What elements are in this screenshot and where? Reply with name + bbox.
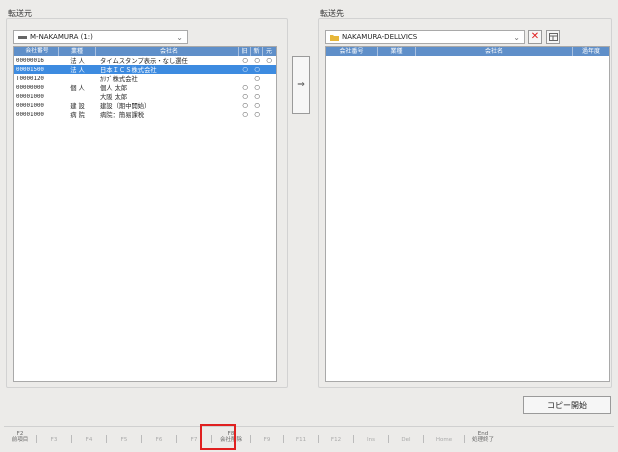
table-icon <box>548 33 558 41</box>
fkey-key: F9 <box>263 437 271 443</box>
company-code-cell: 00001000 <box>16 93 44 100</box>
col-company-name[interactable]: 会社名 <box>96 47 239 56</box>
table-row[interactable]: 00001000 建 設 建設（期中開始） ○ ○ <box>14 101 276 110</box>
industry-cell: 建 設 <box>70 103 85 110</box>
col-company-code[interactable]: 会社番号 <box>14 47 59 56</box>
source-db-combo[interactable]: M-NAKAMURA (1:) ⌄ <box>13 30 188 44</box>
col-company-name[interactable]: 会社名 <box>416 47 573 56</box>
fkey-f6[interactable]: F6 <box>142 437 176 443</box>
col-company-code[interactable]: 会社番号 <box>326 47 378 56</box>
company-name-cell: タイムスタンプ表示・なし選任 <box>100 58 188 65</box>
delete-target-button[interactable]: ✕ <box>528 30 542 44</box>
source-grid-header: 会社番号 業種 会社名 旧 新 元 <box>14 47 276 56</box>
table-row[interactable]: 00000016 法 人 タイムスタンプ表示・なし選任 ○ ○ ○ <box>14 56 276 65</box>
flag-new-cell: ○ <box>254 84 260 91</box>
company-code-cell: T0000120 <box>16 75 44 82</box>
col-prior-years[interactable]: 過年度 <box>573 47 609 56</box>
flag-old-cell: ○ <box>242 84 248 91</box>
company-name-cell: 建設（期中開始） <box>100 103 151 110</box>
industry-cell: 法 人 <box>70 67 85 74</box>
fkey-del[interactable]: Del <box>389 437 423 443</box>
company-name-cell: ｶﾘﾌﾞ株式会社 <box>100 76 138 83</box>
fkey-key: Home <box>435 437 453 443</box>
fkey-key: F3 <box>50 437 58 443</box>
col-flag-new[interactable]: 新 <box>251 47 263 56</box>
fkey-key: Ins <box>367 437 375 443</box>
fkey-f4[interactable]: F4 <box>72 437 106 443</box>
company-code-cell: 00001000 <box>16 102 44 109</box>
company-code-cell: 00000000 <box>16 84 44 91</box>
col-flag-orig[interactable]: 元 <box>263 47 275 56</box>
flag-new-cell: ○ <box>254 75 260 82</box>
fkey-f11[interactable]: F11 <box>284 437 318 443</box>
copy-start-button[interactable]: コピー開始 <box>523 396 611 414</box>
fkey-key: Del <box>401 437 411 443</box>
fkey-key: F11 <box>295 437 307 443</box>
fkey-label: 前項目 <box>11 437 29 443</box>
chevron-down-icon: ⌄ <box>176 32 183 42</box>
flag-new-cell: ○ <box>254 57 260 64</box>
industry-cell: 個 人 <box>70 85 85 92</box>
fkey-key: F6 <box>155 437 163 443</box>
industry-cell: 病 院 <box>70 112 85 119</box>
fkey-key: F5 <box>120 437 128 443</box>
source-db-value: M-NAKAMURA (1:) <box>30 33 93 41</box>
table-row[interactable]: T0000120 ｶﾘﾌﾞ株式会社 ○ <box>14 74 276 83</box>
target-db-combo[interactable]: NAKAMURA-DELLVICS ⌄ <box>325 30 525 44</box>
function-key-bar: F2 前項目 F3 F4 F5 F6 F7 F8 会社削除 F9 F11 F12 Ins Del Home E… <box>4 426 614 446</box>
folder-icon <box>330 34 339 41</box>
flag-new-cell: ○ <box>254 102 260 109</box>
flag-old-cell: ○ <box>242 102 248 109</box>
flag-old-cell: ○ <box>242 57 248 64</box>
fkey-key: F4 <box>85 437 93 443</box>
company-code-cell: 00001000 <box>16 111 44 118</box>
fkey-home[interactable]: Home <box>424 437 464 443</box>
company-name-cell: 大阪 太郎 <box>100 94 128 101</box>
flag-new-cell: ○ <box>254 93 260 100</box>
arrow-right-icon: ⇒ <box>297 80 305 90</box>
copy-start-label: コピー開始 <box>547 400 587 410</box>
company-code-cell: 00000016 <box>16 57 44 64</box>
table-row[interactable]: 00001000 大阪 太郎 ○ ○ <box>14 92 276 101</box>
fkey-key: F12 <box>330 437 342 443</box>
fkey-label: 処理終了 <box>471 437 494 443</box>
transfer-right-button[interactable]: ⇒ <box>292 56 310 114</box>
fkey-f9[interactable]: F9 <box>251 437 283 443</box>
function-keys: F2 前項目 F3 F4 F5 F6 F7 F8 会社削除 F9 F11 F12 Ins Del Home E… <box>4 427 614 443</box>
table-row[interactable]: 00001500 法 人 日本ＩＣＳ株式会社 ○ ○ <box>14 65 276 74</box>
company-name-cell: 個人 太郎 <box>100 85 128 92</box>
flag-old-cell: ○ <box>242 93 248 100</box>
table-row[interactable]: 00000000 個 人 個人 太郎 ○ ○ <box>14 83 276 92</box>
fkey-ins[interactable]: Ins <box>354 437 388 443</box>
fkey-f12[interactable]: F12 <box>319 437 353 443</box>
target-grid-header: 会社番号 業種 会社名 過年度 <box>326 47 609 56</box>
source-grid-body: 00000016 法 人タイムスタンプ表示・なし選任 ○ ○ ○ 00001500 法 人日… <box>14 56 276 119</box>
col-flag-old[interactable]: 旧 <box>239 47 251 56</box>
target-company-grid: 会社番号 業種 会社名 過年度 <box>325 46 610 382</box>
company-code-cell: 00001500 <box>16 66 44 73</box>
fkey-f3[interactable]: F3 <box>37 437 71 443</box>
flag-orig-cell: ○ <box>266 57 272 64</box>
database-icon <box>18 35 27 39</box>
chevron-down-icon: ⌄ <box>513 32 520 42</box>
col-industry[interactable]: 業種 <box>59 47 96 56</box>
fkey-f2[interactable]: F2 前項目 <box>4 431 36 443</box>
close-icon: ✕ <box>530 31 540 42</box>
flag-new-cell: ○ <box>254 66 260 73</box>
company-name-cell: 病院：簡易課税 <box>100 112 145 119</box>
flag-new-cell: ○ <box>254 111 260 118</box>
flag-old-cell: ○ <box>242 111 248 118</box>
flag-old-cell: ○ <box>242 66 248 73</box>
company-name-cell: 日本ＩＣＳ株式会社 <box>100 67 157 74</box>
table-row[interactable]: 00001000 病 院 病院：簡易課税 ○ ○ <box>14 110 276 119</box>
source-company-grid: 会社番号 業種 会社名 旧 新 元 00000016 法 人 タイムスタンプ表示・な… <box>13 46 277 382</box>
target-db-value: NAKAMURA-DELLVICS <box>342 33 418 41</box>
fkey-f5[interactable]: F5 <box>107 437 141 443</box>
f8-highlight-box <box>200 424 236 450</box>
industry-cell: 法 人 <box>70 58 85 65</box>
col-industry[interactable]: 業種 <box>378 47 416 56</box>
fkey-end[interactable]: End 処理終了 <box>465 431 501 443</box>
target-settings-button[interactable] <box>546 30 560 44</box>
